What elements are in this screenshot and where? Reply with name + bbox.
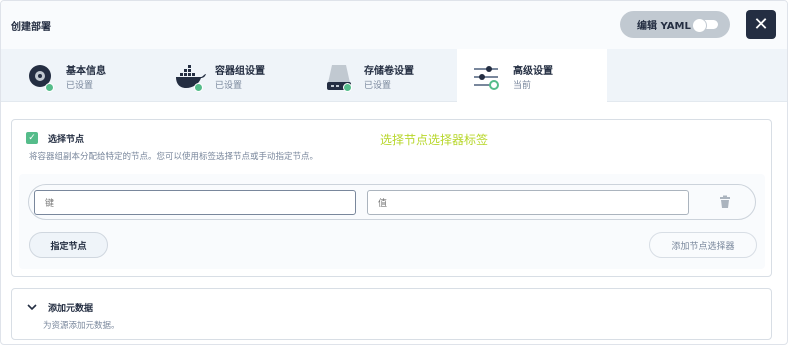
tab-status: 已设置	[215, 81, 243, 91]
status-done-badge	[45, 83, 54, 92]
tab-container-settings[interactable]: 容器组设置 已设置	[159, 49, 309, 102]
add-node-selector-button[interactable]: 添加节点选择器	[649, 232, 757, 258]
tab-basic-info[interactable]: 基本信息 已设置	[10, 49, 160, 102]
assign-node-button[interactable]: 指定节点	[29, 232, 108, 258]
tab-advanced-settings[interactable]: 高级设置 当前	[457, 49, 607, 102]
metadata-description: 为资源添加元数据。	[43, 321, 120, 331]
tab-status: 已设置	[364, 81, 392, 91]
edit-yaml-label: 编辑 YAML	[637, 21, 691, 32]
sliders-icon	[474, 66, 499, 90]
close-icon: ✕	[753, 14, 769, 35]
tab-label: 基本信息	[66, 66, 106, 77]
node-selector-annotation: 选择节点选择器标签	[380, 133, 489, 147]
dialog-header: 创建部署 编辑 YAML ✕	[1, 1, 787, 49]
label-value-input[interactable]	[367, 190, 689, 215]
node-selector-description: 将容器组副本分配给特定的节点。您可以使用标签选择节点或手动指定节点。	[29, 152, 319, 162]
node-selector-title: 选择节点	[48, 135, 85, 145]
step-tabs: 基本信息 已设置 容器组设置 已设置 存储卷设置 已设置 高级设置 当前	[1, 49, 787, 102]
tab-label: 存储卷设置	[364, 66, 414, 77]
status-done-badge	[194, 83, 203, 92]
node-selector-panel: 指定节点 添加节点选择器	[19, 174, 765, 269]
node-selector-card: ✓ 选择节点 选择节点选择器标签 将容器组副本分配给特定的节点。您可以使用标签选…	[11, 119, 772, 277]
check-icon: ✓	[28, 133, 36, 143]
edit-yaml-toggle[interactable]: 编辑 YAML	[620, 11, 730, 38]
chevron-down-icon[interactable]	[27, 302, 37, 312]
trash-icon[interactable]	[718, 195, 732, 209]
tab-volume-settings[interactable]: 存储卷设置 已设置	[308, 49, 458, 102]
tab-label: 高级设置	[513, 66, 553, 77]
label-selector-row	[28, 184, 756, 220]
label-key-input[interactable]	[34, 190, 356, 215]
tab-status: 当前	[513, 81, 532, 91]
metadata-title: 添加元数据	[48, 304, 94, 314]
create-deployment-dialog: 创建部署 编辑 YAML ✕ 基本信息 已设置 容器组设置 已设置 存储卷设置 …	[0, 0, 788, 345]
toggle-switch-icon[interactable]	[692, 18, 718, 33]
tab-label: 容器组设置	[215, 66, 265, 77]
close-button[interactable]: ✕	[746, 10, 776, 39]
dialog-title: 创建部署	[11, 22, 51, 33]
metadata-card[interactable]: 添加元数据 为资源添加元数据。	[11, 288, 772, 340]
node-selector-checkbox[interactable]: ✓	[26, 132, 38, 144]
status-done-badge	[343, 83, 352, 92]
tab-status: 已设置	[66, 81, 94, 91]
